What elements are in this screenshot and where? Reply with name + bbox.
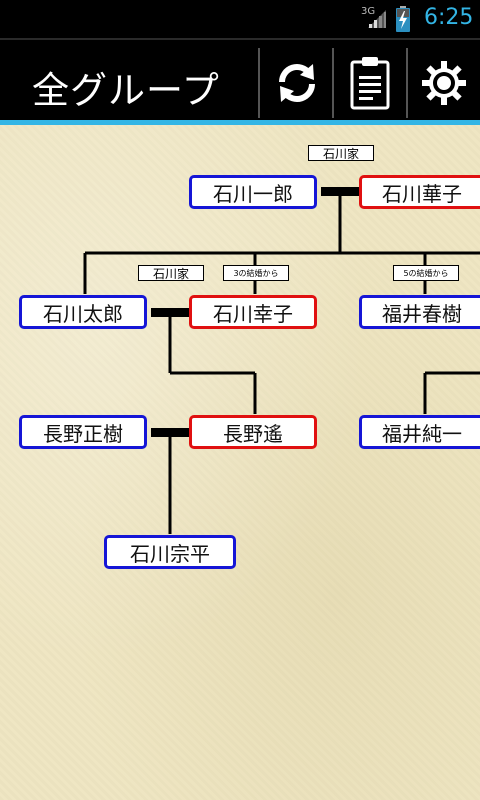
person-nagano-masaki[interactable]: 長野正樹 [19, 415, 147, 449]
gear-icon [422, 61, 466, 105]
person-nagano-haruka[interactable]: 長野遙 [189, 415, 317, 449]
person-ishikawa-ichiro[interactable]: 石川一郎 [189, 175, 317, 209]
signal-icon [368, 10, 386, 28]
clipboard-button[interactable] [335, 48, 405, 118]
battery-charging-icon [396, 6, 410, 32]
clock: 6:25 [424, 5, 474, 30]
marriage-bar [151, 308, 189, 317]
person-ishikawa-sachiko[interactable]: 石川幸子 [189, 295, 317, 329]
clipboard-icon [350, 57, 390, 110]
marriage-tag: 3の結婚から [223, 265, 289, 281]
divider [258, 48, 260, 118]
page-title: 全グループ [32, 69, 220, 112]
person-fukui-junichi[interactable]: 福井純一 [359, 415, 480, 449]
marriage-bar [321, 187, 359, 196]
family-tree-canvas[interactable]: 石川家 石川家 3の結婚から 5の結婚から 石川一郎 石川華子 石川太郎 石川幸… [0, 125, 480, 800]
person-ishikawa-taro[interactable]: 石川太郎 [19, 295, 147, 329]
status-bar: 3G 6:25 [0, 0, 480, 38]
person-ishikawa-souhei[interactable]: 石川宗平 [104, 535, 236, 569]
action-bar: 全グループ [0, 38, 480, 122]
family-tag: 石川家 [308, 145, 374, 161]
marriage-tag: 5の結婚から [393, 265, 459, 281]
divider [332, 48, 334, 118]
person-ishikawa-hanako[interactable]: 石川華子 [359, 175, 480, 209]
marriage-bar [151, 428, 189, 437]
refresh-button[interactable] [262, 48, 332, 118]
person-fukui-haruki[interactable]: 福井春樹 [359, 295, 480, 329]
descent-lines [83, 196, 480, 534]
settings-button[interactable] [409, 48, 479, 118]
refresh-icon [279, 64, 315, 102]
divider [406, 48, 408, 118]
tree-connectors [83, 187, 480, 534]
family-tag: 石川家 [138, 265, 204, 281]
